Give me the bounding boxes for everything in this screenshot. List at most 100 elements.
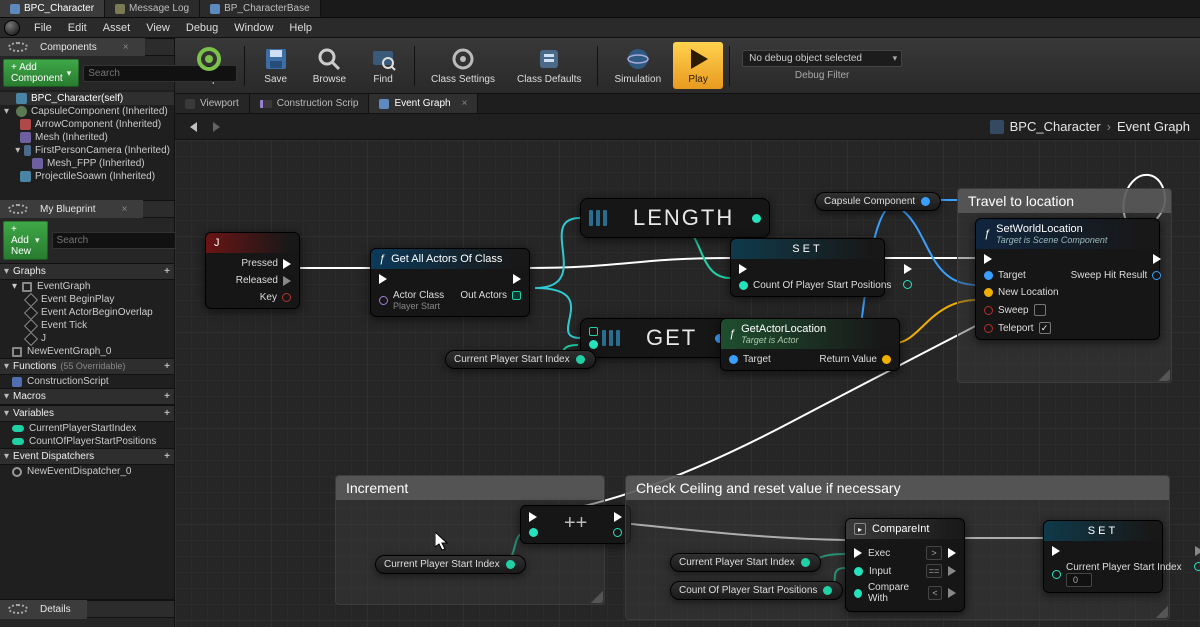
graph-icon: [22, 282, 32, 292]
graph-canvas[interactable]: J Pressed Released Key ƒGet All Actors O…: [175, 140, 1200, 627]
add-new-button[interactable]: + Add New: [3, 221, 48, 260]
variable-icon: [12, 425, 24, 432]
section-variables[interactable]: ▾Variables+: [0, 405, 174, 422]
blueprint-icon: [10, 4, 20, 14]
find-button[interactable]: Find: [358, 42, 408, 89]
close-icon[interactable]: ×: [462, 98, 468, 109]
section-functions[interactable]: ▾Functions(55 Overridable)+: [0, 358, 174, 375]
output-pin[interactable]: [823, 586, 832, 595]
tab-viewport[interactable]: Viewport: [175, 94, 250, 113]
dispatcher-icon: [12, 467, 22, 477]
section-graphs[interactable]: ▾Graphs+: [0, 263, 174, 280]
title-tab[interactable]: BP_CharacterBase: [200, 0, 321, 17]
add-macro-icon[interactable]: +: [164, 391, 170, 402]
myblueprint-tree[interactable]: ▾Graphs+ ▾EventGraph Event BeginPlay Eve…: [0, 263, 174, 599]
menu-bar: File Edit Asset View Debug Window Help: [0, 18, 1200, 38]
add-function-icon[interactable]: +: [164, 361, 170, 372]
details-panel: Details: [0, 599, 174, 627]
gear-icon: [8, 604, 28, 614]
close-icon[interactable]: ×: [115, 40, 137, 55]
menu-asset[interactable]: Asset: [95, 20, 139, 36]
debug-filter-label: Debug Filter: [742, 70, 902, 81]
event-icon: [24, 305, 38, 319]
node-compare-int[interactable]: ▸CompareInt Exec> Input== Compare With<: [845, 518, 965, 612]
simulation-button[interactable]: Simulation: [604, 42, 671, 89]
gear-icon: [8, 204, 28, 214]
browse-button[interactable]: Browse: [303, 42, 356, 89]
unreal-logo-icon: [4, 20, 20, 36]
node-array-get[interactable]: GET: [580, 318, 733, 358]
variable-get-node[interactable]: Capsule Component: [815, 192, 941, 211]
components-panel-tab[interactable]: Components×: [0, 38, 174, 56]
nav-forward-button[interactable]: [207, 118, 225, 136]
output-pin[interactable]: [752, 214, 761, 223]
add-dispatcher-icon[interactable]: +: [164, 451, 170, 462]
details-panel-tab[interactable]: Details: [0, 600, 174, 618]
event-icon: [24, 292, 38, 306]
variable-icon: [12, 438, 24, 445]
node-set-world-location[interactable]: ƒSetWorldLocationTarget is Scene Compone…: [975, 218, 1160, 340]
tab-construction-script[interactable]: Construction Scrip: [250, 94, 370, 113]
checkbox[interactable]: [1034, 304, 1046, 316]
gear-icon: [8, 42, 28, 52]
components-tree[interactable]: BPC_Character(self) ▾CapsuleComponent (I…: [0, 90, 174, 200]
variable-get-node[interactable]: Current Player Start Index: [445, 350, 596, 369]
int-input[interactable]: 0: [1066, 573, 1092, 587]
viewport-icon: [185, 99, 195, 109]
menu-help[interactable]: Help: [281, 20, 320, 36]
components-toolbar: + Add Component: [0, 56, 174, 90]
output-pin[interactable]: [506, 560, 515, 569]
event-icon: [24, 318, 38, 332]
myblueprint-panel-tab[interactable]: My Blueprint×: [0, 200, 174, 218]
graph-icon: [379, 99, 389, 109]
input-pin[interactable]: [589, 327, 598, 336]
graph-header: BPC_Character›Event Graph: [175, 114, 1200, 140]
save-button[interactable]: Save: [251, 42, 301, 89]
menu-file[interactable]: File: [26, 20, 60, 36]
output-pin[interactable]: [576, 355, 585, 364]
node-set-variable[interactable]: SET Count Of Player Start Positions: [730, 238, 885, 297]
menu-view[interactable]: View: [138, 20, 178, 36]
myblueprint-toolbar: + Add New ▦: [0, 218, 174, 263]
input-pin[interactable]: [589, 340, 598, 349]
section-macros[interactable]: ▾Macros+: [0, 388, 174, 405]
debug-object-select[interactable]: No debug object selected: [742, 50, 902, 67]
node-get-all-actors[interactable]: ƒGet All Actors Of Class Actor ClassPlay…: [370, 248, 530, 317]
breadcrumb[interactable]: BPC_Character›Event Graph: [990, 119, 1190, 134]
graph-tab-bar: Viewport Construction Scrip Event Graph×: [175, 94, 1200, 114]
checkbox[interactable]: ✓: [1039, 322, 1051, 334]
play-button[interactable]: Play: [673, 42, 723, 89]
variable-get-node[interactable]: Current Player Start Index: [670, 553, 821, 572]
menu-debug[interactable]: Debug: [178, 20, 226, 36]
node-set-variable[interactable]: SET Current Player Start Index0: [1043, 520, 1163, 593]
function-icon: [260, 100, 272, 108]
add-component-button[interactable]: + Add Component: [3, 59, 79, 87]
node-input-event[interactable]: J Pressed Released Key: [205, 232, 300, 309]
output-pin[interactable]: [921, 197, 930, 206]
output-pin[interactable]: [801, 558, 810, 567]
function-icon: [12, 377, 22, 387]
title-tab[interactable]: BPC_Character: [0, 0, 105, 17]
close-icon[interactable]: ×: [114, 202, 136, 217]
blueprint-icon: [210, 4, 220, 14]
tab-event-graph[interactable]: Event Graph×: [369, 94, 478, 113]
nav-back-button[interactable]: [185, 118, 203, 136]
node-increment-int[interactable]: ++: [520, 505, 631, 544]
graph-icon: [12, 347, 22, 357]
log-icon: [115, 4, 125, 14]
variable-get-node[interactable]: Count Of Player Start Positions: [670, 581, 843, 600]
add-graph-icon[interactable]: +: [164, 266, 170, 277]
class-settings-button[interactable]: Class Settings: [421, 42, 505, 89]
left-sidebar: Components× + Add Component BPC_Characte…: [0, 38, 175, 627]
section-dispatchers[interactable]: ▾Event Dispatchers+: [0, 448, 174, 465]
add-variable-icon[interactable]: +: [164, 408, 170, 419]
menu-window[interactable]: Window: [226, 20, 281, 36]
node-get-actor-location[interactable]: ƒGetActorLocationTarget is Actor Target …: [720, 318, 900, 371]
title-tab-bar: BPC_Character Message Log BP_CharacterBa…: [0, 0, 1200, 18]
event-icon: [24, 331, 38, 345]
title-tab[interactable]: Message Log: [105, 0, 200, 17]
menu-edit[interactable]: Edit: [60, 20, 95, 36]
variable-get-node[interactable]: Current Player Start Index: [375, 555, 526, 574]
node-length[interactable]: LENGTH: [580, 198, 770, 238]
class-defaults-button[interactable]: Class Defaults: [507, 42, 591, 89]
